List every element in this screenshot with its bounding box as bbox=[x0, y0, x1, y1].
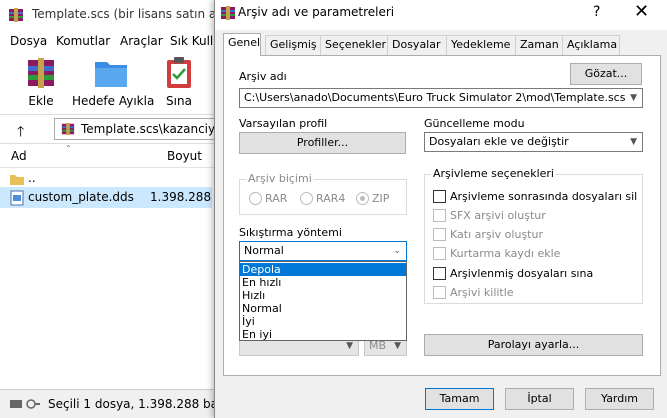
archive-path-value: C:\Users\anado\Documents\Euro Truck Simu… bbox=[244, 91, 626, 104]
format-rar-radio[interactable] bbox=[249, 192, 262, 205]
create-sfx-checkbox[interactable] bbox=[433, 209, 446, 222]
create-sfx-label: SFX arşivi oluştur bbox=[450, 209, 546, 222]
tab-secenekler[interactable]: Seçenekler bbox=[320, 35, 388, 55]
close-icon[interactable]: ✕ bbox=[634, 1, 649, 22]
archive-format-legend: Arşiv biçimi bbox=[246, 172, 314, 185]
compression-option-normal[interactable]: Normal bbox=[240, 302, 406, 315]
profiles-button[interactable]: Profiller... bbox=[239, 132, 406, 154]
add-button-label: Ekle bbox=[28, 94, 54, 108]
compression-method-combo[interactable]: Normal ⌄ bbox=[239, 241, 407, 261]
winrar-dialog-icon bbox=[221, 6, 235, 20]
file-size: 1.398.288 bbox=[150, 190, 212, 204]
file-name: custom_plate.dds bbox=[28, 190, 134, 204]
format-zip-label: ZIP bbox=[372, 192, 390, 205]
update-mode-value: Dosyaları ekle ve değiştir bbox=[429, 135, 569, 148]
test-button-label: Sına bbox=[166, 94, 192, 108]
compression-option-en-hizli[interactable]: En hızlı bbox=[240, 276, 406, 289]
ok-button[interactable]: Tamam bbox=[425, 388, 494, 410]
menu-dosya[interactable]: Dosya bbox=[10, 34, 47, 48]
column-size[interactable]: Boyut bbox=[167, 149, 202, 163]
compression-method-value: Normal bbox=[244, 244, 284, 257]
sort-caret-icon: ⌃ bbox=[65, 144, 72, 153]
tab-zaman[interactable]: Zaman bbox=[515, 35, 563, 55]
chevron-down-icon: ▼ bbox=[630, 137, 637, 147]
help-icon[interactable]: ? bbox=[593, 4, 600, 20]
up-arrow-icon[interactable]: 🡑 bbox=[17, 121, 24, 145]
path-text: Template.scs\kazanciyan bbox=[81, 122, 231, 136]
tab-genel[interactable]: Genel bbox=[223, 33, 261, 56]
status-text: Seçili 1 dosya, 1.398.288 bayt bbox=[48, 397, 230, 411]
set-password-button[interactable]: Parolayı ayarla... bbox=[424, 334, 643, 356]
compression-method-dropdown: Depola En hızlı Hızlı Normal İyi En iyi bbox=[239, 261, 407, 341]
compression-option-en-iyi[interactable]: En iyi bbox=[240, 328, 406, 341]
dialog-tabs: Genel Gelişmiş Seçenekler Dosyalar Yedek… bbox=[223, 33, 661, 56]
test-archived-files-checkbox[interactable] bbox=[433, 267, 446, 280]
compression-option-depola[interactable]: Depola bbox=[240, 263, 406, 276]
menu-araclar[interactable]: Araçlar bbox=[120, 34, 163, 48]
recovery-record-checkbox[interactable] bbox=[433, 247, 446, 260]
delete-after-archiving-checkbox[interactable] bbox=[433, 190, 446, 203]
help-button[interactable]: Yardım bbox=[585, 388, 654, 410]
archiving-options-legend: Arşivleme seçenekleri bbox=[431, 167, 556, 180]
chevron-down-icon: ⌄ bbox=[393, 246, 401, 256]
update-mode-combo[interactable]: Dosyaları ekle ve değiştir ▼ bbox=[424, 132, 643, 152]
browse-button[interactable]: Gözat... bbox=[570, 63, 642, 85]
tab-gelismis[interactable]: Gelişmiş bbox=[265, 35, 321, 55]
archive-parameters-dialog: Arşiv adı ve parametreleri ? ✕ Genel Gel… bbox=[214, 0, 667, 418]
folder-up-icon bbox=[10, 175, 24, 185]
add-archive-icon bbox=[28, 58, 54, 88]
format-zip-radio[interactable] bbox=[356, 192, 369, 205]
add-button[interactable]: Ekle bbox=[22, 56, 60, 112]
menu-komutlar[interactable]: Komutlar bbox=[56, 34, 110, 48]
list-item-parent[interactable]: .. bbox=[0, 168, 212, 189]
image-file-icon bbox=[10, 190, 24, 206]
chevron-down-icon: ▼ bbox=[630, 93, 637, 103]
archive-name-label: Arşiv adı bbox=[239, 70, 287, 83]
dialog-title: Arşiv adı ve parametreleri bbox=[238, 5, 395, 19]
cancel-button[interactable]: İptal bbox=[505, 388, 574, 410]
solid-archive-checkbox[interactable] bbox=[433, 228, 446, 241]
folder-icon bbox=[95, 62, 127, 87]
test-button[interactable]: Sına bbox=[162, 56, 196, 112]
tab-aciklama[interactable]: Açıklama bbox=[562, 35, 620, 55]
test-archived-files-label: Arşivlenmiş dosyaları sına bbox=[450, 267, 594, 280]
lock-archive-checkbox[interactable] bbox=[433, 286, 446, 299]
archive-name-combo[interactable]: C:\Users\anado\Documents\Euro Truck Simu… bbox=[239, 88, 643, 108]
update-mode-label: Güncelleme modu bbox=[424, 117, 525, 130]
tab-dosyalar[interactable]: Dosyalar bbox=[387, 35, 447, 55]
archive-format-group: Arşiv biçimi RAR RAR4 ZIP bbox=[239, 172, 407, 215]
compression-option-hizli[interactable]: Hızlı bbox=[240, 289, 406, 302]
format-rar4-radio[interactable] bbox=[300, 192, 313, 205]
compression-method-label: Sıkıştırma yöntemi bbox=[239, 226, 342, 239]
status-drive-icon bbox=[10, 399, 40, 409]
column-name[interactable]: Ad bbox=[11, 149, 27, 163]
archive-icon bbox=[61, 122, 75, 136]
compression-option-iyi[interactable]: İyi bbox=[240, 315, 406, 328]
format-rar4-label: RAR4 bbox=[316, 192, 346, 205]
dialog-titlebar: Arşiv adı ve parametreleri ? ✕ bbox=[215, 0, 667, 30]
lock-archive-label: Arşivi kilitle bbox=[450, 286, 514, 299]
solid-archive-label: Katı arşiv oluştur bbox=[450, 228, 543, 241]
delete-after-archiving-label: Arşivleme sonrasında dosyaları sil bbox=[450, 190, 638, 203]
file-name: .. bbox=[28, 171, 36, 185]
winrar-app-icon bbox=[9, 8, 23, 22]
default-profile-label: Varsayılan profil bbox=[239, 117, 328, 130]
clipboard-check-icon bbox=[167, 57, 191, 88]
list-item-custom-plate[interactable]: custom_plate.dds 1.398.288 bbox=[0, 187, 212, 208]
extract-to-button[interactable]: Hedefe Ayıkla bbox=[72, 56, 155, 112]
format-rar-label: RAR bbox=[265, 192, 288, 205]
recovery-record-label: Kurtarma kaydı ekle bbox=[450, 247, 561, 260]
tab-yedekleme[interactable]: Yedekleme bbox=[446, 35, 516, 55]
dialog-button-row: Tamam İptal Yardım bbox=[215, 388, 667, 412]
archiving-options-group: Arşivleme seçenekleri Arşivleme sonrasın… bbox=[424, 167, 643, 304]
extract-to-button-label: Hedefe Ayıkla bbox=[72, 94, 155, 108]
